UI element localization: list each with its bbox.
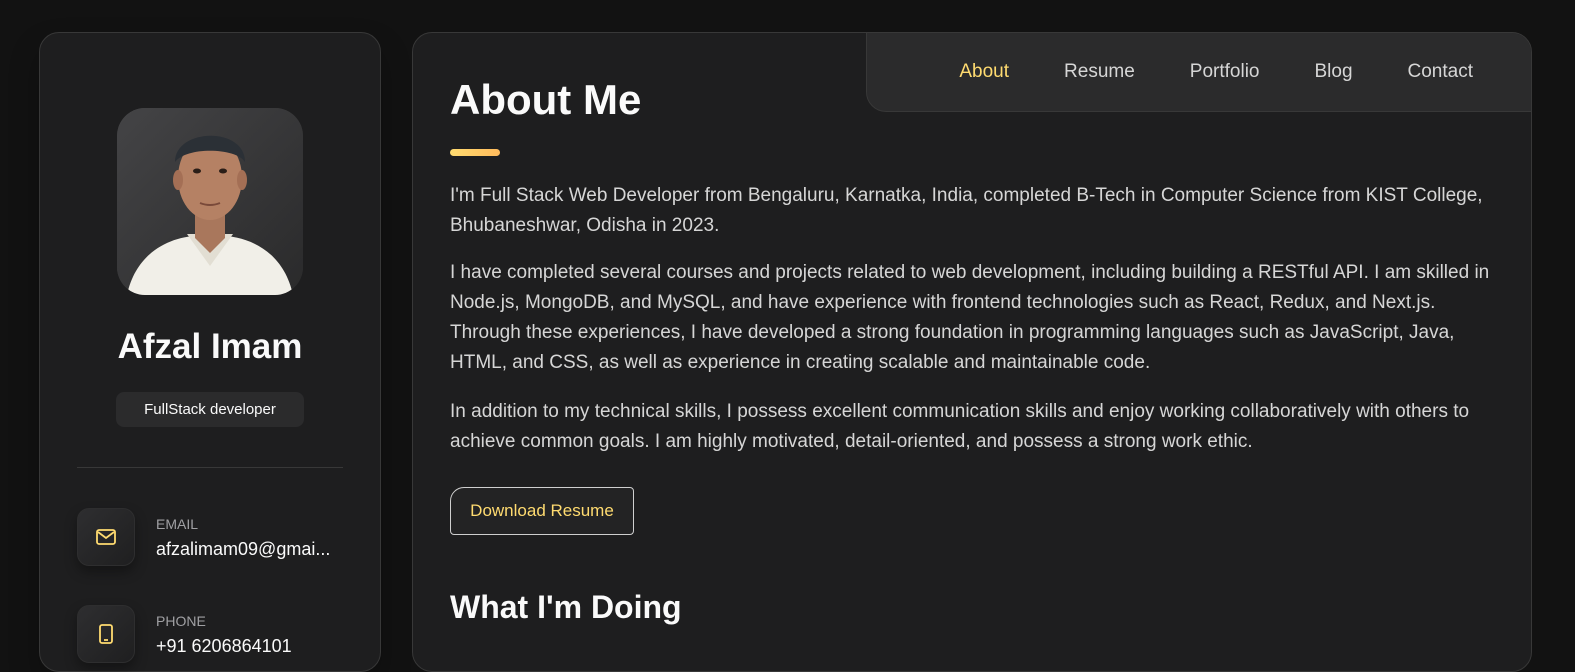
sidebar-separator <box>77 467 343 468</box>
title-underline <box>450 149 500 156</box>
main-content: About Resume Portfolio Blog Contact Abou… <box>412 32 1532 672</box>
about-paragraph-2: I have completed several courses and pro… <box>450 262 1490 373</box>
page-title: About Me <box>450 76 642 123</box>
nav-link-portfolio[interactable]: Portfolio <box>1190 61 1260 83</box>
avatar <box>117 108 303 295</box>
about-paragraph-3: In addition to my technical skills, I po… <box>450 401 1470 452</box>
contact-email-label: EMAIL <box>156 516 199 532</box>
contact-item-phone: PHONE +91 6206864101 <box>77 605 367 665</box>
nav-link-about[interactable]: About <box>959 61 1009 83</box>
profile-name: Afzal Imam <box>117 327 303 366</box>
nav-link-contact[interactable]: Contact <box>1408 61 1473 83</box>
nav-link-resume[interactable]: Resume <box>1064 61 1135 83</box>
navbar: About Resume Portfolio Blog Contact <box>866 33 1531 112</box>
contact-phone-label: PHONE <box>156 613 206 629</box>
about-paragraph-1: I'm Full Stack Web Developer from Bengal… <box>450 185 1483 236</box>
profile-title-badge: FullStack developer <box>116 392 304 427</box>
download-resume-button[interactable]: Download Resume <box>450 487 634 535</box>
contact-item-email: EMAIL afzalimam09@gmai... <box>77 508 367 568</box>
sidebar: Afzal Imam FullStack developer EMAIL afz… <box>39 32 381 672</box>
mail-icon <box>77 508 135 566</box>
section-title-doing: What I'm Doing <box>450 589 682 625</box>
phone-icon <box>77 605 135 663</box>
contact-email-link[interactable]: afzalimam09@gmai... <box>156 539 330 560</box>
avatar-photo <box>117 108 303 295</box>
nav-link-blog[interactable]: Blog <box>1314 61 1352 83</box>
